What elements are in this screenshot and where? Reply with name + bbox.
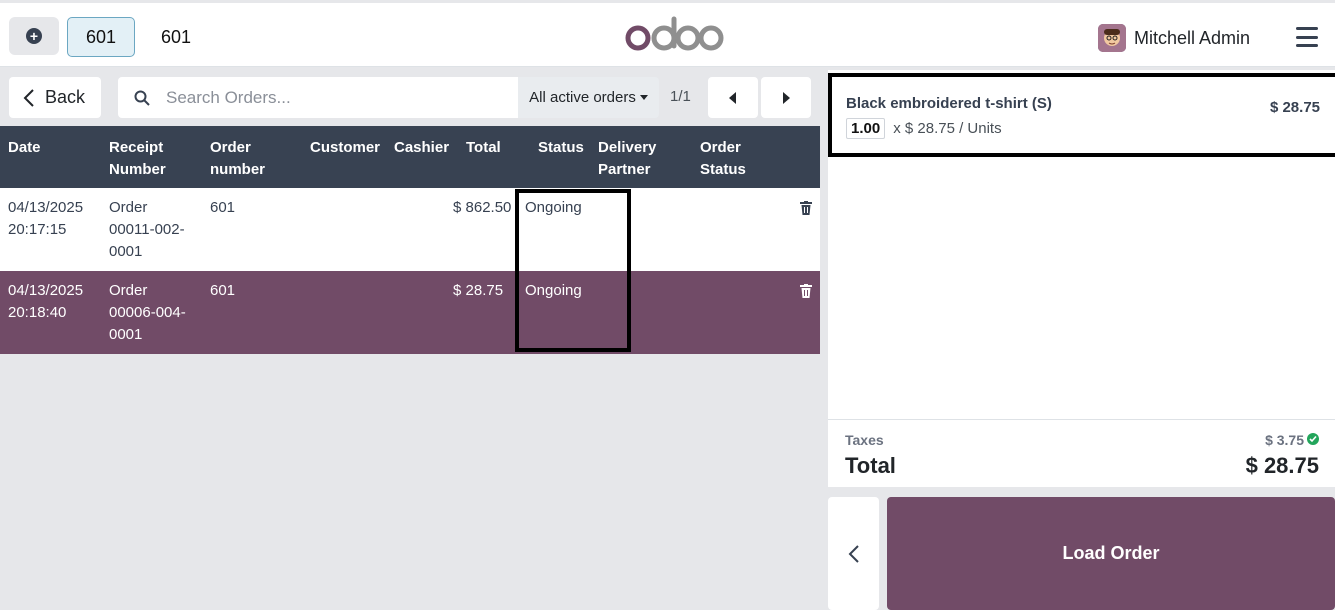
orderlines-list: Black embroidered t-shirt (S) $ 28.75 1.… — [828, 70, 1335, 419]
search-box — [118, 77, 518, 118]
row-receipt-number: Order 00006-004- 0001 — [109, 282, 186, 343]
back-label: Back — [45, 87, 86, 107]
total-value: $ 28.75 — [1245, 453, 1319, 478]
chevron-left-icon — [23, 88, 34, 107]
user-menu[interactable]: Mitchell Admin — [1098, 23, 1250, 53]
trash-icon[interactable] — [800, 284, 812, 298]
order-tab[interactable]: 601 — [148, 17, 204, 57]
order-tab-active[interactable]: 601 — [67, 17, 135, 57]
user-name: Mitchell Admin — [1134, 27, 1251, 48]
orderline-unit-price: x $ 28.75 / Units — [893, 120, 1002, 137]
orders-table: Date Receipt Number Order number Custome… — [0, 126, 820, 354]
hamburger-menu-icon[interactable] — [1296, 27, 1318, 47]
taxes-value: $ 3.75 — [1265, 432, 1304, 448]
orderline[interactable]: Black embroidered t-shirt (S) $ 28.75 1.… — [828, 73, 1335, 157]
check-circle-icon — [1307, 433, 1319, 445]
table-row-selected[interactable]: 04/13/2025 20:18:40 Order 00006-004- 0001 6… — [0, 271, 820, 354]
row-total: $ 862.50 — [453, 199, 512, 216]
table-row[interactable]: 04/13/2025 20:17:15 Order 00011-002- 0001 6… — [0, 188, 820, 271]
column-header-order-status: Order Status — [700, 139, 746, 178]
search-input[interactable] — [166, 87, 486, 108]
orderline-qty-info: 1.00 x $ 28.75 / Units — [846, 118, 1335, 139]
caret-left-icon — [729, 91, 736, 104]
top-navbar: + 601 601 Mitchell Admin — [0, 3, 1335, 67]
table-header: Date Receipt Number Order number Custome… — [0, 126, 820, 188]
caret-right-icon — [783, 91, 790, 104]
back-to-list-button[interactable] — [828, 497, 879, 610]
row-date: 04/13/2025 20:18:40 — [8, 282, 84, 321]
taxes-label: Taxes — [845, 432, 884, 448]
order-detail-panel: Black embroidered t-shirt (S) $ 28.75 1.… — [828, 70, 1335, 610]
orders-toolbar: Back All active orders 1/1 — [0, 68, 820, 126]
odoo-logo — [625, 16, 724, 51]
row-status: Ongoing — [525, 282, 582, 299]
column-header-receipt-number: Receipt Number — [109, 139, 166, 178]
chevron-left-icon — [848, 544, 859, 563]
filter-dropdown[interactable]: All active orders — [518, 77, 659, 118]
column-header-order-number: Order number — [210, 139, 266, 178]
new-order-button[interactable]: + — [9, 17, 59, 55]
column-header-cashier: Cashier — [394, 139, 450, 156]
column-header-delivery-partner: Delivery Partner — [598, 139, 657, 178]
row-total: $ 28.75 — [453, 282, 504, 299]
load-order-button[interactable]: Load Order — [887, 497, 1335, 610]
column-header-status: Status — [538, 139, 584, 156]
column-header-customer: Customer — [310, 139, 381, 156]
caret-down-icon — [639, 94, 648, 100]
avatar — [1098, 24, 1126, 52]
orderline-price: $ 28.75 — [1269, 99, 1320, 116]
orderline-product-name: Black embroidered t-shirt (S) — [846, 95, 1052, 112]
search-icon — [134, 90, 150, 106]
filter-label: All active orders — [529, 89, 636, 106]
trash-icon[interactable] — [800, 201, 812, 215]
row-status: Ongoing — [525, 199, 582, 216]
row-order-number: 601 — [210, 199, 236, 216]
plus-circle-icon: + — [26, 28, 42, 44]
pager-next-button[interactable] — [761, 77, 811, 118]
row-receipt-number: Order 00011-002- 0001 — [109, 199, 185, 260]
row-order-number: 601 — [210, 282, 236, 299]
row-date: 04/13/2025 20:17:15 — [8, 199, 84, 238]
pager-value: 1/1 — [670, 88, 691, 105]
column-header-date: Date — [8, 139, 41, 156]
orderline-qty: 1.00 — [846, 118, 886, 139]
total-label: Total — [845, 453, 896, 478]
pager-previous-button[interactable] — [708, 77, 758, 118]
back-button[interactable]: Back — [9, 77, 101, 118]
column-header-total: Total — [466, 139, 501, 156]
order-totals: Taxes $ 3.75 Total $ 28.75 — [828, 419, 1335, 487]
